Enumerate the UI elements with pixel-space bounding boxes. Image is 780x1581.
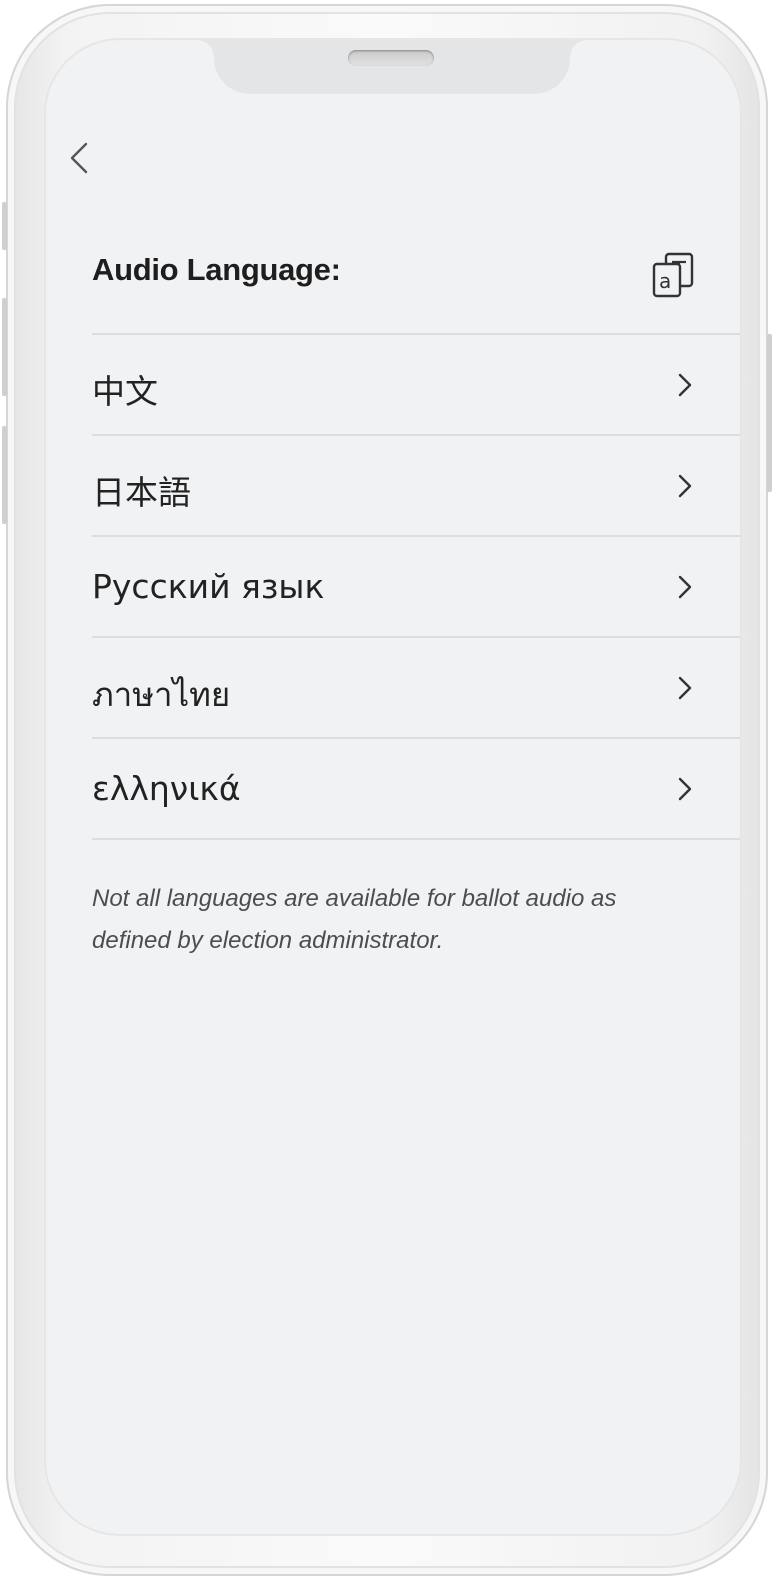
page-title: Audio Language:: [92, 252, 341, 287]
language-list: 中文 日本語 Русский язык ภาษาไทย ελληνικά: [92, 333, 740, 840]
chevron-right-icon: [678, 575, 692, 599]
svg-text:a: a: [659, 269, 671, 293]
language-item-japanese[interactable]: 日本語: [92, 436, 740, 537]
language-item-russian[interactable]: Русский язык: [92, 537, 740, 638]
language-label: ภาษาไทย: [92, 675, 231, 714]
translate-icon: a: [652, 252, 694, 298]
mute-switch: [2, 202, 7, 250]
language-label: 中文: [92, 372, 158, 411]
chevron-left-icon: [70, 142, 88, 174]
screen: Audio Language: a 中文 日本語 Русский язык ภา…: [46, 40, 740, 1534]
chevron-right-icon: [678, 373, 692, 397]
chevron-right-icon: [678, 676, 692, 700]
back-button[interactable]: [64, 138, 100, 178]
language-label: 日本語: [92, 473, 191, 512]
translate-button[interactable]: a: [650, 252, 696, 298]
chevron-right-icon: [678, 474, 692, 498]
availability-note: Not all languages are available for ball…: [92, 885, 617, 954]
volume-up-button: [2, 298, 7, 396]
phone-frame: Audio Language: a 中文 日本語 Русский язык ภา…: [2, 4, 772, 1576]
language-item-greek[interactable]: ελληνικά: [92, 739, 740, 840]
notch: [198, 40, 586, 94]
chevron-right-icon: [678, 777, 692, 801]
volume-down-button: [2, 426, 7, 524]
language-label: ελληνικά: [92, 769, 241, 808]
power-button: [767, 334, 772, 492]
speaker-grille: [348, 50, 434, 66]
language-item-chinese[interactable]: 中文: [92, 335, 740, 436]
language-label: Русский язык: [92, 567, 325, 606]
language-item-thai[interactable]: ภาษาไทย: [92, 638, 740, 739]
